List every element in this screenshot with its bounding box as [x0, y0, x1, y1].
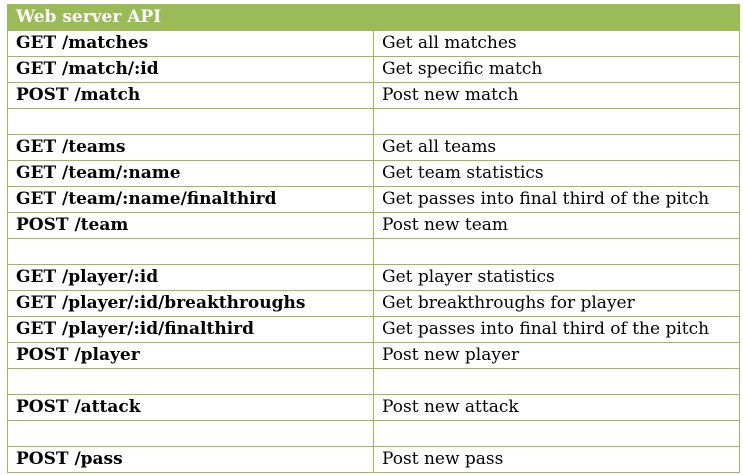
- table-row: GET /match/:id Get specific match: [7, 56, 740, 83]
- description-cell: Post new player: [373, 342, 740, 369]
- spacer-row: [7, 108, 740, 135]
- table-row: GET /player/:id/finalthird Get passes in…: [7, 316, 740, 343]
- spacer-row: [7, 368, 740, 395]
- description-cell: Post new team: [373, 212, 740, 239]
- description-cell: Get passes into final third of the pitch: [373, 316, 740, 343]
- table-row: POST /player Post new player: [7, 342, 740, 369]
- description-cell: Get specific match: [373, 56, 740, 83]
- route-cell: [7, 368, 374, 395]
- description-cell: Get team statistics: [373, 160, 740, 187]
- route-cell: GET /team/:name: [7, 160, 374, 187]
- description-cell: [373, 420, 740, 447]
- route-cell: GET /player/:id/breakthroughs: [7, 290, 374, 317]
- description-cell: Get passes into final third of the pitch: [373, 186, 740, 213]
- route-cell: GET /teams: [7, 134, 374, 161]
- api-table: Web server API GET /matches Get all matc…: [7, 4, 740, 473]
- table-row: GET /player/:id/breakthroughs Get breakt…: [7, 290, 740, 317]
- table-row: GET /matches Get all matches: [7, 30, 740, 57]
- table-title: Web server API: [7, 4, 740, 31]
- route-cell: POST /attack: [7, 394, 374, 421]
- table-row: POST /match Post new match: [7, 82, 740, 109]
- table-row: GET /team/:name Get team statistics: [7, 160, 740, 187]
- spacer-row: [7, 238, 740, 265]
- route-cell: POST /team: [7, 212, 374, 239]
- description-cell: Post new pass: [373, 446, 740, 473]
- description-cell: Post new match: [373, 82, 740, 109]
- description-cell: Post new attack: [373, 394, 740, 421]
- route-cell: GET /player/:id: [7, 264, 374, 291]
- table-row: POST /attack Post new attack: [7, 394, 740, 421]
- route-cell: GET /team/:name/finalthird: [7, 186, 374, 213]
- route-cell: [7, 108, 374, 135]
- spacer-row: [7, 420, 740, 447]
- route-cell: POST /match: [7, 82, 374, 109]
- description-cell: Get all teams: [373, 134, 740, 161]
- route-cell: POST /pass: [7, 446, 374, 473]
- table-row: POST /pass Post new pass: [7, 446, 740, 473]
- description-cell: [373, 368, 740, 395]
- table-row: GET /teams Get all teams: [7, 134, 740, 161]
- table-row: GET /player/:id Get player statistics: [7, 264, 740, 291]
- route-cell: POST /player: [7, 342, 374, 369]
- description-cell: Get all matches: [373, 30, 740, 57]
- table-header-row: Web server API: [7, 4, 740, 31]
- route-cell: GET /player/:id/finalthird: [7, 316, 374, 343]
- route-cell: GET /matches: [7, 30, 374, 57]
- description-cell: [373, 108, 740, 135]
- table-row: POST /team Post new team: [7, 212, 740, 239]
- table-row: GET /team/:name/finalthird Get passes in…: [7, 186, 740, 213]
- route-cell: [7, 238, 374, 265]
- description-cell: Get player statistics: [373, 264, 740, 291]
- route-cell: GET /match/:id: [7, 56, 374, 83]
- description-cell: Get breakthroughs for player: [373, 290, 740, 317]
- description-cell: [373, 238, 740, 265]
- route-cell: [7, 420, 374, 447]
